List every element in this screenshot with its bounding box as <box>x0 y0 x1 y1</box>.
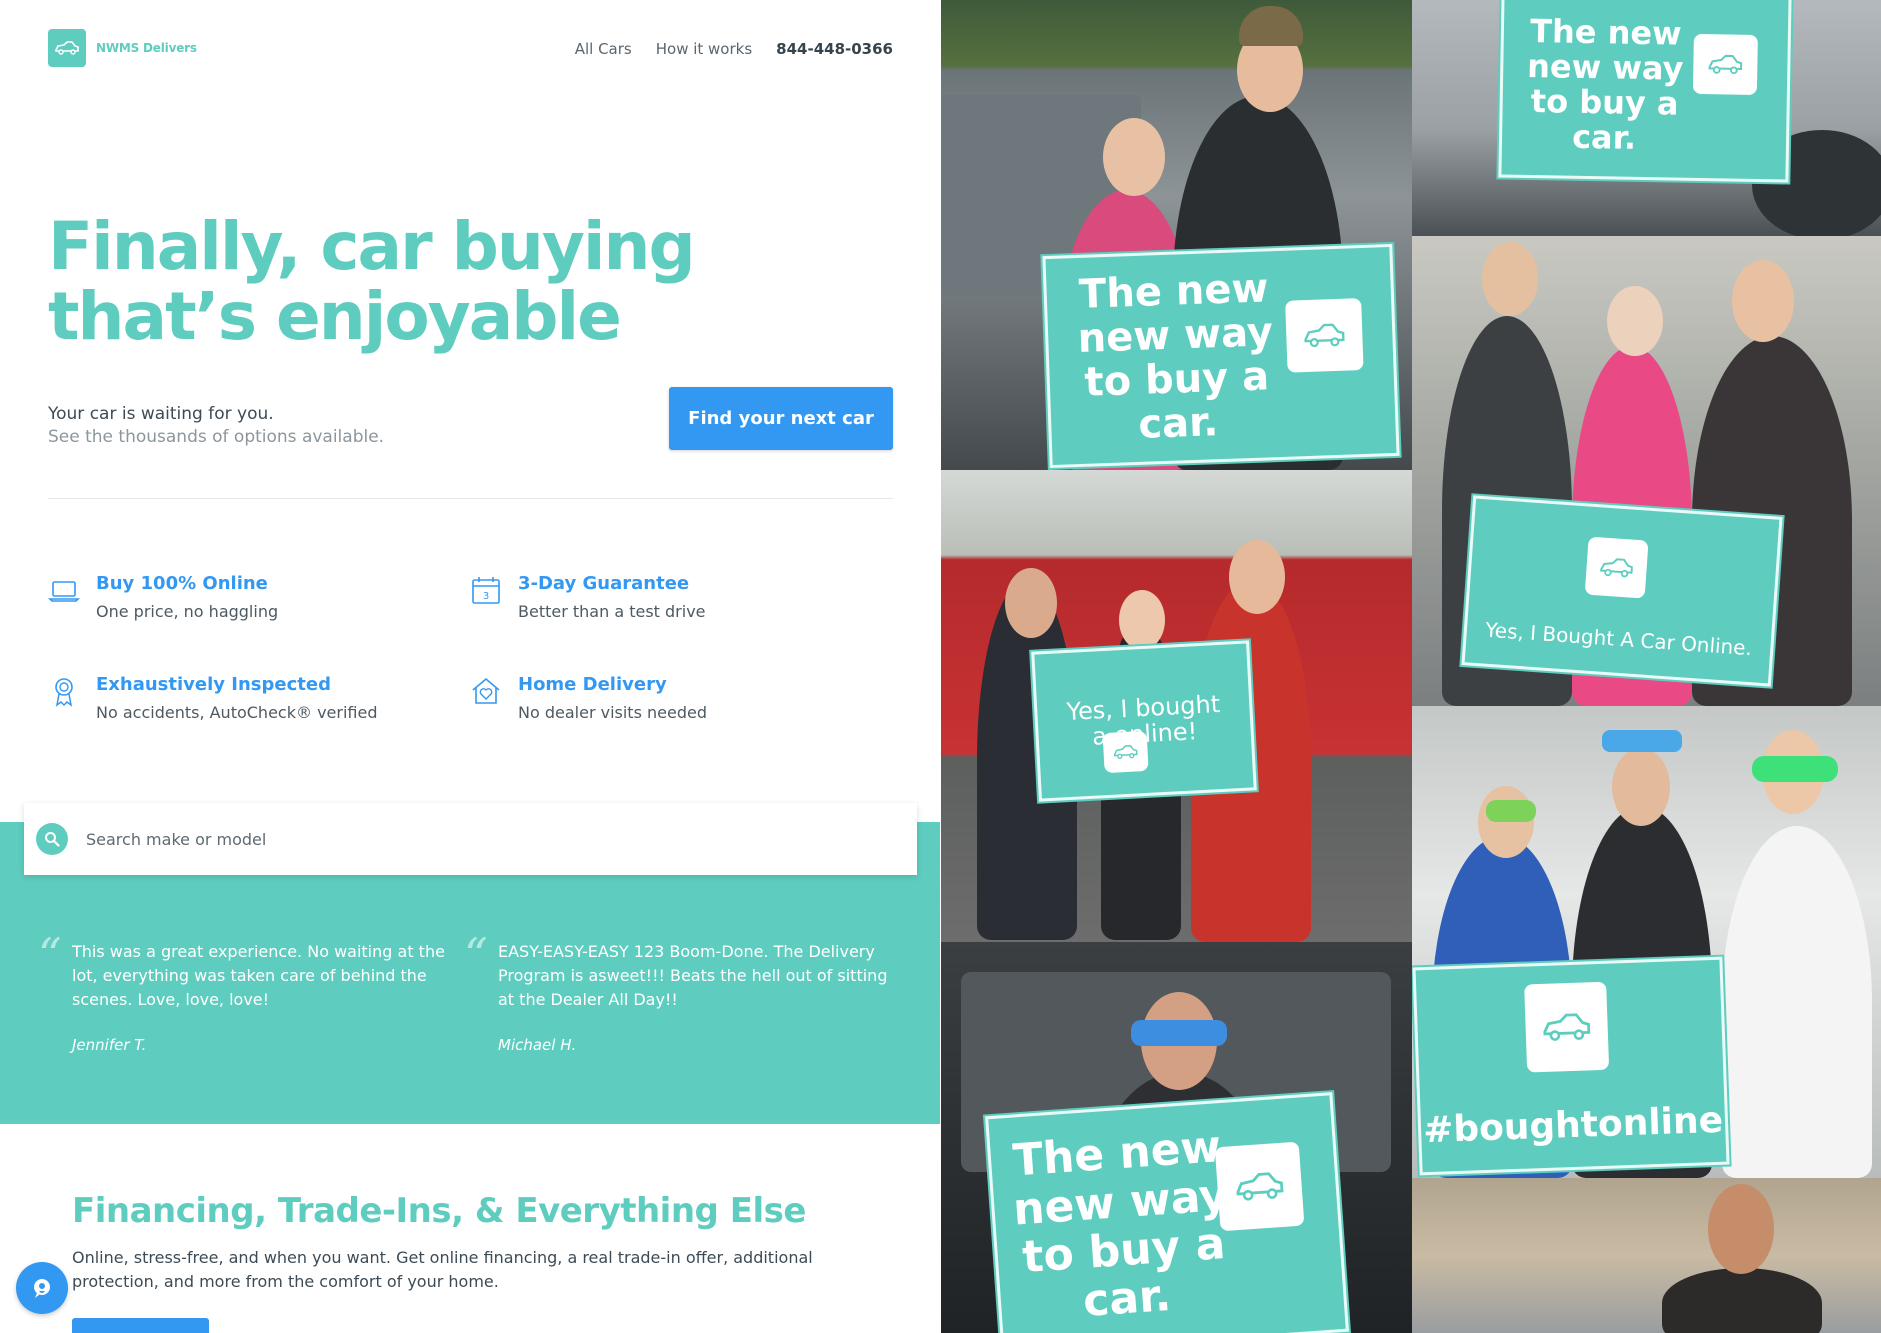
calendar-icon: 3 <box>470 574 502 606</box>
chat-support-icon <box>34 1279 50 1298</box>
help-chat-button[interactable] <box>16 1262 68 1314</box>
sign-new-way: The new new way to buy a car. <box>1498 0 1792 183</box>
testimonial-card: “ EASY-EASY-EASY 123 Boom-Done. The Deli… <box>464 932 898 1054</box>
feature-title: Home Delivery <box>518 674 667 695</box>
feature-guarantee: 3 3-Day Guarantee Better than a test dri… <box>470 572 830 624</box>
financing-title: Financing, Trade-Ins, & Everything Else <box>72 1191 806 1231</box>
sign-text: #boughtonline <box>1422 1099 1724 1152</box>
nav-phone-number[interactable]: 844-448-0366 <box>776 40 893 58</box>
hero-title: Finally, car buying that’s enjoyable <box>48 208 696 355</box>
feature-desc: No accidents, AutoCheck® verified <box>96 703 378 722</box>
brand-name: NWMS Delivers <box>96 41 197 55</box>
feature-inspected: Exhaustively Inspected No accidents, Aut… <box>48 673 408 725</box>
testimonial-card: “ This was a great experience. No waitin… <box>38 932 472 1054</box>
feature-buy-online: Buy 100% Online One price, no haggling <box>48 572 408 624</box>
feature-desc: One price, no haggling <box>96 602 279 621</box>
car-logo-icon <box>1102 730 1149 774</box>
laptop-icon <box>48 574 80 606</box>
testimonial-author: Michael H. <box>498 1036 577 1054</box>
feature-home-delivery: Home Delivery No dealer visits needed <box>470 673 830 725</box>
customer-photo-grid: The new new way to buy a car. The new ne… <box>941 0 1881 1333</box>
feature-title: Buy 100% Online <box>96 573 268 594</box>
customer-photo: Yes, I Bought A Car Online. <box>1412 236 1881 706</box>
feature-title: Exhaustively Inspected <box>96 674 331 695</box>
sign-text: The new new way to buy a car. <box>1076 265 1274 448</box>
sign-new-way: The new new way to buy a car. <box>1042 243 1400 469</box>
customer-photo: The new new way to buy a car. <box>941 942 1412 1333</box>
customer-photo: Yes, I bought a online! <box>941 470 1412 942</box>
home-heart-icon <box>470 675 502 707</box>
hero-subtitle-line1: Your car is waiting for you. <box>48 404 274 424</box>
car-logo-icon <box>1584 536 1649 599</box>
car-logo-icon <box>48 29 86 67</box>
ribbon-icon <box>48 675 80 707</box>
quote-icon: “ <box>38 928 62 982</box>
feature-desc: No dealer visits needed <box>518 703 707 722</box>
customer-photo: The new new way to buy a car. <box>1412 0 1881 236</box>
customer-photo: The new new way to buy a car. <box>941 0 1412 470</box>
customer-photo: #boughtonline <box>1412 706 1881 1178</box>
divider <box>48 498 893 499</box>
testimonial-text: EASY-EASY-EASY 123 Boom-Done. The Delive… <box>498 942 888 1009</box>
main-content: NWMS Delivers All Cars How it works 844-… <box>0 0 940 1333</box>
search-input[interactable] <box>84 828 844 850</box>
sign-yes-bought: Yes, I Bought A Car Online. <box>1461 495 1783 687</box>
sign-new-way: The new new way to buy a car. <box>985 1092 1349 1333</box>
sign-hashtag: #boughtonline <box>1412 956 1730 1176</box>
car-logo-icon <box>1285 298 1364 373</box>
find-car-button[interactable]: Find your next car <box>669 387 893 450</box>
car-logo-icon <box>1524 981 1610 1073</box>
sign-yes-bought-a: Yes, I bought a online! <box>1031 640 1257 802</box>
customer-photo <box>1412 1178 1881 1333</box>
testimonial-text: This was a great experience. No waiting … <box>72 942 445 1009</box>
hero-subtitle-line2: See the thousands of options available. <box>48 427 385 447</box>
search-bar <box>24 803 917 875</box>
feature-title: 3-Day Guarantee <box>518 573 690 594</box>
quote-icon: “ <box>464 928 488 982</box>
nav-how-it-works[interactable]: How it works <box>656 40 752 58</box>
car-logo-icon <box>1692 33 1758 95</box>
testimonial-author: Jennifer T. <box>72 1036 147 1054</box>
hero-subtitle: Your car is waiting for you. See the tho… <box>48 403 384 449</box>
financing-text: Online, stress-free, and when you want. … <box>72 1248 813 1291</box>
sign-text: Yes, I Bought A Car Online. <box>1484 617 1753 660</box>
brand-logo[interactable]: NWMS Delivers <box>48 29 197 67</box>
svg-text:3: 3 <box>483 591 489 602</box>
feature-desc: Better than a test drive <box>518 602 706 621</box>
top-nav: All Cars How it works 844-448-0366 <box>575 40 893 58</box>
financing-button[interactable] <box>72 1318 209 1333</box>
nav-all-cars[interactable]: All Cars <box>575 40 632 58</box>
car-logo-icon <box>1214 1141 1305 1232</box>
sign-text: The new new way to buy a car. <box>1526 11 1684 158</box>
search-icon[interactable] <box>36 823 68 855</box>
